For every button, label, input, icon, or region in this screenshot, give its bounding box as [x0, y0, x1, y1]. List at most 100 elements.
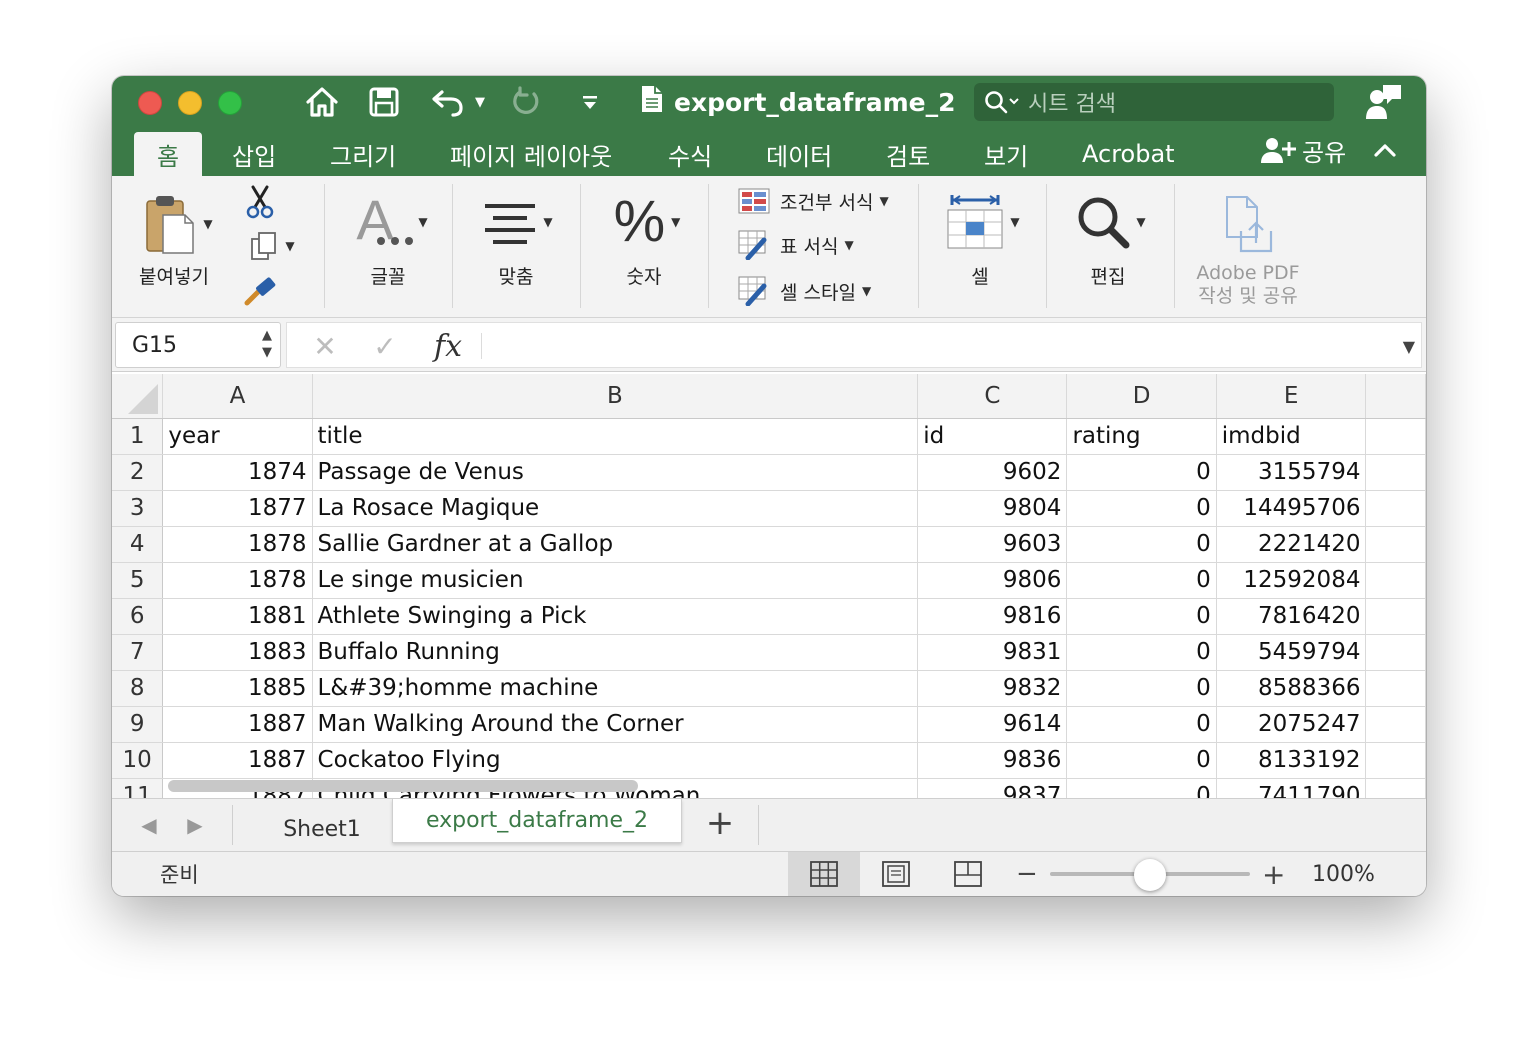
editing-dropdown-icon[interactable]: ▼ [1136, 215, 1145, 229]
search-sheet-field[interactable]: 시트 검색 [974, 83, 1334, 121]
horizontal-scrollbar[interactable] [168, 780, 638, 792]
cell[interactable]: 9832 [917, 670, 1068, 707]
cell[interactable]: 0 [1066, 562, 1217, 599]
tab-formulas[interactable]: 수식 [668, 132, 712, 176]
page-break-view-icon[interactable] [932, 852, 1004, 896]
row-header[interactable]: 7 [112, 634, 164, 671]
cell[interactable]: 5459794 [1216, 634, 1367, 671]
cell[interactable]: 1874 [162, 454, 313, 491]
tab-acrobat[interactable]: Acrobat [1082, 132, 1175, 176]
format-as-table-button[interactable]: 표 서식 ▼ [738, 230, 854, 260]
undo-dropdown-icon[interactable]: ▼ [472, 84, 488, 120]
row-header[interactable]: 9 [112, 706, 164, 743]
collapse-ribbon-icon[interactable] [1374, 142, 1396, 158]
cell[interactable]: 0 [1066, 742, 1217, 779]
format-as-table-dropdown-icon[interactable]: ▼ [844, 238, 853, 252]
column-header-empty[interactable] [1365, 374, 1426, 419]
conditional-formatting-dropdown-icon[interactable]: ▼ [879, 194, 888, 208]
cell-styles-dropdown-icon[interactable]: ▼ [862, 284, 871, 298]
close-window-button[interactable] [138, 91, 162, 115]
sheet-tab-sheet1[interactable]: Sheet1 [252, 807, 392, 851]
page-layout-view-icon[interactable] [860, 852, 932, 896]
cell[interactable]: 9831 [917, 634, 1068, 671]
row-header[interactable]: 8 [112, 670, 164, 707]
cell[interactable]: 9816 [917, 598, 1068, 635]
tab-review[interactable]: 검토 [886, 132, 930, 176]
cell[interactable]: 8588366 [1216, 670, 1367, 707]
cell[interactable]: 0 [1066, 634, 1217, 671]
cell[interactable]: 12592084 [1216, 562, 1367, 599]
alignment-dropdown-icon[interactable]: ▼ [543, 215, 552, 229]
column-header-a[interactable]: A [162, 374, 313, 419]
normal-view-icon[interactable] [788, 852, 860, 896]
cell[interactable]: 9837 [917, 778, 1068, 798]
cell[interactable]: 0 [1066, 670, 1217, 707]
cell[interactable]: 7816420 [1216, 598, 1367, 635]
cell[interactable]: 1887 [162, 706, 313, 743]
cell[interactable]: 0 [1066, 490, 1217, 527]
column-header-b[interactable]: B [312, 374, 919, 419]
row-header[interactable]: 1 [112, 418, 164, 455]
cell[interactable]: 14495706 [1216, 490, 1367, 527]
save-icon[interactable] [366, 84, 402, 120]
cell[interactable]: 9804 [917, 490, 1068, 527]
tab-home[interactable]: 홈 [134, 132, 202, 176]
column-header-c[interactable]: C [917, 374, 1068, 419]
cells-button[interactable]: ▼ [938, 190, 1028, 254]
cell[interactable]: 3155794 [1216, 454, 1367, 491]
cell[interactable]: Le singe musicien [312, 562, 919, 599]
cells-dropdown-icon[interactable]: ▼ [1010, 215, 1019, 229]
column-header-e[interactable]: E [1216, 374, 1367, 419]
paste-button[interactable]: ▼ [136, 186, 220, 262]
cell[interactable]: Sallie Gardner at a Gallop [312, 526, 919, 563]
cell[interactable] [1365, 742, 1426, 779]
cell[interactable] [1365, 454, 1426, 491]
cell[interactable]: 0 [1066, 778, 1217, 798]
cell[interactable] [1365, 490, 1426, 527]
customize-toolbar-icon[interactable] [578, 84, 602, 120]
cell[interactable]: L&#39;homme machine [312, 670, 919, 707]
tab-data[interactable]: 데이터 [766, 132, 832, 176]
next-sheet-icon[interactable]: ▶ [180, 807, 210, 843]
row-header[interactable]: 3 [112, 490, 164, 527]
cell[interactable]: 9603 [917, 526, 1068, 563]
cell[interactable]: 9602 [917, 454, 1068, 491]
cell[interactable]: 9614 [917, 706, 1068, 743]
cell[interactable]: 1878 [162, 562, 313, 599]
cell[interactable] [1365, 526, 1426, 563]
cell[interactable]: 0 [1066, 526, 1217, 563]
cell[interactable]: 2075247 [1216, 706, 1367, 743]
comments-icon[interactable] [1364, 84, 1404, 120]
row-header[interactable]: 2 [112, 454, 164, 491]
expand-formula-icon[interactable]: ▼ [1403, 323, 1415, 369]
column-header-d[interactable]: D [1066, 374, 1217, 419]
cell[interactable]: id [917, 418, 1068, 455]
cell[interactable]: 8133192 [1216, 742, 1367, 779]
cell[interactable]: Passage de Venus [312, 454, 919, 491]
cell[interactable]: 7411790 [1216, 778, 1367, 798]
prev-sheet-icon[interactable]: ◀ [134, 807, 164, 843]
share-button[interactable]: 공유 [1260, 132, 1396, 168]
number-format-button[interactable]: % ▼ [602, 190, 692, 254]
home-icon[interactable] [302, 84, 342, 120]
cell[interactable]: 1881 [162, 598, 313, 635]
copy-icon[interactable]: ▼ [240, 226, 304, 266]
cell[interactable]: 1885 [162, 670, 313, 707]
cell[interactable]: Athlete Swinging a Pick [312, 598, 919, 635]
cell[interactable]: 2221420 [1216, 526, 1367, 563]
cell[interactable]: 0 [1066, 706, 1217, 743]
copy-dropdown-icon[interactable]: ▼ [285, 239, 294, 253]
cell[interactable]: 1878 [162, 526, 313, 563]
cell[interactable]: 1887 [162, 742, 313, 779]
row-header[interactable]: 5 [112, 562, 164, 599]
sheet-tab-export-dataframe-2[interactable]: export_dataframe_2 [392, 799, 682, 843]
name-box-stepper-icon[interactable]: ▲ ▼ [262, 327, 272, 361]
undo-icon[interactable] [428, 84, 468, 120]
tab-view[interactable]: 보기 [984, 132, 1028, 176]
maximize-window-button[interactable] [218, 91, 242, 115]
cut-icon[interactable] [240, 182, 280, 222]
format-painter-icon[interactable] [240, 272, 280, 312]
cell[interactable]: Cockatoo Flying [312, 742, 919, 779]
adobe-pdf-button[interactable] [1216, 194, 1282, 256]
zoom-out-icon[interactable]: − [1016, 852, 1038, 896]
